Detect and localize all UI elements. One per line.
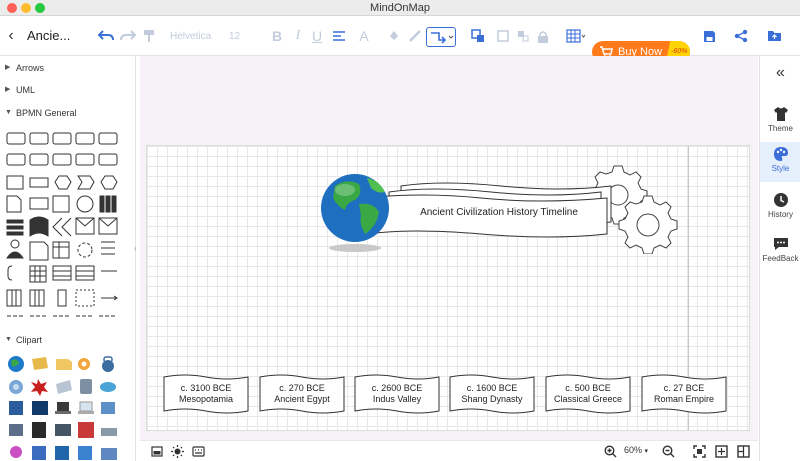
event-date: c. 1600 BCE: [466, 383, 518, 393]
back-icon[interactable]: ‹: [4, 26, 18, 46]
fill-color-icon[interactable]: [386, 26, 402, 46]
group-icon[interactable]: [496, 26, 510, 46]
export-folder-icon[interactable]: [766, 26, 782, 46]
window-titlebar: MindOnMap: [0, 0, 800, 16]
zoom-label: 60%: [624, 445, 643, 455]
font-family-select[interactable]: Helvetica: [170, 26, 222, 46]
fit-screen-icon[interactable]: [693, 445, 706, 458]
clipart-grid[interactable]: [4, 354, 132, 461]
event-date: c. 2600 BCE: [371, 383, 423, 393]
tab-label: Theme: [768, 124, 793, 133]
section-label: BPMN General: [16, 108, 77, 118]
fullscreen-icon[interactable]: [715, 445, 728, 458]
undo-icon[interactable]: [97, 26, 115, 46]
lock-icon[interactable]: [536, 26, 550, 46]
font-size-select[interactable]: 12: [229, 26, 255, 46]
arrange-icon[interactable]: [468, 26, 488, 46]
clock-icon: [773, 193, 788, 207]
text-align-icon[interactable]: [330, 26, 348, 46]
tab-label: FeedBack: [762, 254, 799, 263]
palette-icon: [773, 147, 788, 161]
timeline-node[interactable]: c. 500 BCE Classical Greece: [545, 374, 631, 414]
window-title: MindOnMap: [370, 2, 430, 14]
double-chevron-left-icon[interactable]: «: [760, 64, 800, 82]
canvas-page[interactable]: Ancient Civilization History Timeline c.…: [146, 145, 750, 431]
section-bpmn-general[interactable]: ▼ BPMN General: [0, 104, 135, 122]
ungroup-icon[interactable]: [516, 26, 530, 46]
section-arrows[interactable]: ▶ Arrows: [0, 59, 135, 77]
timeline-node[interactable]: c. 270 BCE Ancient Egypt: [259, 374, 345, 414]
document-title[interactable]: Ancie...: [27, 28, 70, 43]
right-panel: « Theme Style History FeedBack: [759, 56, 800, 461]
format-painter-icon[interactable]: [141, 26, 157, 46]
event-name: Roman Empire: [653, 394, 715, 404]
timeline-title[interactable]: Ancient Civilization History Timeline: [369, 207, 629, 218]
timeline-node[interactable]: c. 27 BCE Roman Empire: [641, 374, 727, 414]
event-name: Ancient Egypt: [274, 394, 330, 404]
bpmn-shapes-grid[interactable]: [4, 130, 132, 320]
section-label: UML: [16, 85, 36, 95]
event-name: Indus Valley: [372, 394, 422, 404]
tab-label: Style: [771, 164, 790, 173]
event-name: Shang Dynasty: [461, 394, 523, 404]
zoom-in-icon[interactable]: [604, 445, 617, 458]
close-window-button[interactable]: [7, 3, 17, 13]
tab-theme[interactable]: Theme: [760, 102, 800, 142]
event-name: Mesopotamia: [178, 394, 234, 404]
zoom-window-button[interactable]: [35, 3, 45, 13]
tab-history[interactable]: History: [760, 188, 800, 228]
event-date: c. 3100 BCE: [180, 383, 232, 393]
section-label: Clipart: [16, 335, 43, 345]
tshirt-icon: [773, 107, 788, 121]
collapse-sidebar-handle[interactable]: ‹: [134, 244, 137, 253]
save-icon[interactable]: [701, 26, 717, 46]
minimize-window-button[interactable]: [21, 3, 31, 13]
shape-library-sidebar: ▶ Arrows ▶ UML ▼ BPMN General ▼ Clipart: [0, 56, 136, 461]
section-uml[interactable]: ▶ UML: [0, 81, 135, 99]
line-color-icon[interactable]: [407, 26, 423, 46]
timeline-node[interactable]: c. 1600 BCE Shang Dynasty: [449, 374, 535, 414]
collapsed-triangle-icon: ▶: [5, 86, 11, 93]
outline-view-icon[interactable]: [151, 446, 163, 457]
zoom-level[interactable]: 60% ▾: [624, 445, 648, 455]
section-clipart[interactable]: ▼ Clipart: [0, 331, 135, 349]
event-name: Classical Greece: [553, 394, 623, 404]
event-date: c. 500 BCE: [565, 383, 611, 393]
expanded-triangle-icon: ▼: [5, 109, 12, 116]
timeline-node[interactable]: c. 2600 BCE Indus Valley: [354, 374, 440, 414]
connector-style-button[interactable]: [426, 27, 456, 47]
font-color-icon[interactable]: A: [357, 26, 371, 46]
tab-feedback[interactable]: FeedBack: [760, 232, 800, 272]
bottom-statusbar: 60% ▾: [140, 440, 758, 461]
tab-style[interactable]: Style: [760, 142, 800, 182]
underline-icon[interactable]: U: [310, 26, 324, 46]
section-label: Arrows: [16, 63, 45, 73]
keyboard-icon[interactable]: [192, 446, 205, 457]
event-date: c. 27 BCE: [663, 383, 705, 393]
theme-sun-icon[interactable]: [171, 445, 184, 458]
chat-icon: [773, 238, 788, 250]
share-icon[interactable]: [733, 26, 749, 46]
zoom-out-icon[interactable]: [662, 445, 675, 458]
toolbar: ‹ Ancie... Helvetica 12 B I U A Buy Now: [0, 16, 800, 63]
bold-icon[interactable]: B: [270, 26, 284, 46]
tab-label: History: [768, 210, 793, 219]
expanded-triangle-icon: ▼: [5, 336, 12, 343]
panel-layout-icon[interactable]: [737, 445, 750, 458]
redo-icon[interactable]: [119, 26, 137, 46]
canvas-area[interactable]: ‹ Ancient Civilization History Timeline …: [134, 56, 758, 440]
italic-icon[interactable]: I: [291, 26, 305, 46]
collapsed-triangle-icon: ▶: [5, 64, 11, 71]
event-date: c. 270 BCE: [279, 383, 325, 393]
chevron-down-icon: ▾: [644, 448, 649, 455]
connector-icon: [431, 32, 454, 44]
timeline-node[interactable]: c. 3100 BCE Mesopotamia: [163, 374, 249, 414]
table-icon[interactable]: [565, 26, 587, 46]
